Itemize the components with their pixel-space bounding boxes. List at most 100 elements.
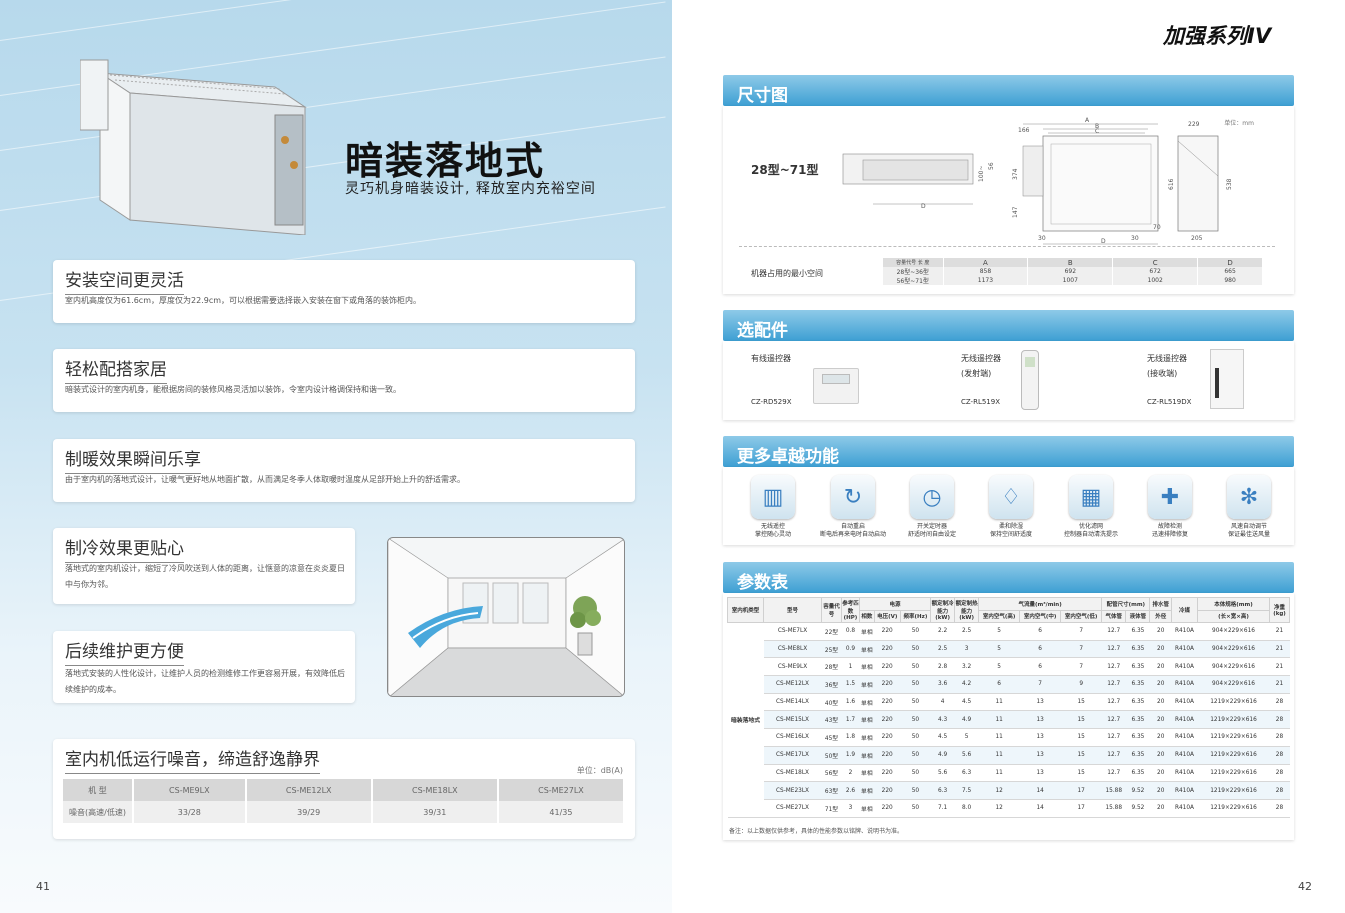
feature-title: 制冷效果更贴心 [65, 534, 184, 563]
accessory-name: 无线遥控器 [961, 354, 1001, 363]
function-item: ✚ 故障检测 迅速排障修复 [1134, 475, 1206, 539]
params-cell: 220 [874, 764, 901, 783]
params-cell: 220 [874, 710, 901, 730]
params-cell: 15 [1060, 693, 1102, 712]
accessory-sub: (发射端) [961, 369, 992, 378]
params-cell: 1.6 [841, 693, 860, 712]
params-cell: 3 [954, 640, 979, 659]
params-cell: R410A [1171, 693, 1198, 712]
params-cell: 11 [978, 693, 1020, 712]
params-cell: 单相 [859, 781, 875, 800]
params-cell: 50 [900, 710, 931, 730]
wireless-remote-image [1021, 350, 1039, 410]
th-model: 型号 [763, 597, 822, 623]
function-line2: 断电后再来电时自动启动 [819, 531, 886, 538]
params-cell: 43型 [821, 710, 842, 730]
function-line2: 掌控随心灵动 [754, 531, 791, 538]
function-item: ▥ 无线遥控 掌控随心灵动 [737, 475, 809, 539]
params-cell: 15.88 [1101, 781, 1126, 800]
function-item: ▦ 优化滤网 控制器自动清洗提示 [1055, 475, 1127, 539]
dimension-table: 容量代号 长 度 A B C D 28型~36型 858 692 672 665… [883, 258, 1263, 285]
dim-label-205: 205 [1191, 235, 1203, 242]
params-cell: 2.6 [841, 781, 860, 800]
params-cell: CS-ME18LX [763, 764, 822, 783]
params-cell: 6 [1019, 622, 1061, 641]
params-cell: 0.8 [841, 622, 860, 641]
params-cell: 63型 [821, 781, 842, 800]
params-cell: 6.35 [1125, 710, 1150, 730]
params-cell: 28 [1269, 710, 1290, 730]
params-row: CS-ME27LX 71型 3 单相 220 50 7.1 8.0 12 14 17 15.88 9.5… [728, 799, 1290, 818]
feature-text: 由于室内机的落地式设计，让暖气更好地从地面扩散，从而满足冬季人体取暖时温度从足部… [65, 475, 465, 484]
dim-col: D [1197, 258, 1263, 267]
th-hp: 参考匹数(HP) [841, 597, 860, 623]
dim-row-model: 28型~36型 [883, 267, 944, 276]
feature-card: 安装空间更灵活 室内机高度仅为61.6cm，厚度仅为22.9cm，可以根据需要选… [53, 260, 635, 323]
params-cell: CS-ME14LX [763, 693, 822, 712]
function-line2: 舒适时间自由设定 [907, 531, 956, 538]
params-cell: 单相 [859, 657, 875, 677]
params-cell: 7 [1060, 622, 1102, 641]
params-cell: 28型 [821, 657, 842, 677]
noise-header-label: 机 型 [63, 779, 134, 801]
params-cell: R410A [1171, 746, 1198, 765]
params-cell: 单相 [859, 675, 875, 694]
params-cell: CS-ME12LX [763, 675, 822, 694]
function-line1: 风速自动调节 [1230, 523, 1267, 530]
fan-icon: ✻ [1227, 475, 1271, 519]
noise-model: CS-ME18LX [371, 779, 499, 801]
dim-cell: 665 [1197, 267, 1263, 276]
noise-model: CS-ME9LX [133, 779, 247, 801]
th-voltage: 电压(V) [873, 609, 901, 623]
params-cell: 1.9 [841, 746, 860, 765]
params-cell: 20 [1149, 640, 1172, 659]
noise-value: 41/35 [497, 801, 626, 823]
params-cell: 20 [1149, 799, 1172, 818]
params-cell: 2.5 [930, 640, 955, 659]
params-cell: 20 [1149, 764, 1172, 783]
noise-value: 39/29 [245, 801, 373, 823]
accessory-code: CZ-RL519X [961, 398, 1001, 406]
params-cell: 904×229×616 [1197, 657, 1270, 677]
dim-label-d-side: D [921, 203, 926, 210]
params-row: 暗装落地式 CS-ME7LX 22型 0.8 单相 220 50 2.2 2.5 5 6 7 12.7 6… [727, 622, 1290, 818]
params-cell: 1219×229×616 [1197, 781, 1270, 800]
hero-subtitle: 灵巧机身暗装设计, 释放室内充裕空间 [345, 181, 596, 197]
params-cell: 12.7 [1101, 710, 1126, 730]
dim-col: A [943, 258, 1029, 267]
params-cell: 11 [978, 764, 1020, 783]
dim-label-538: 538 [1226, 178, 1233, 190]
min-space-label: 机器占用的最小空间 [751, 269, 823, 278]
feature-text: 落地式安装的人性化设计，让维护人员的检测维修工作更容易开展，有效降低后续维护的成… [65, 669, 345, 694]
params-cell: 220 [874, 728, 901, 747]
function-line2: 迅速排障修复 [1151, 531, 1188, 538]
params-cell: 5 [954, 728, 979, 747]
dim-table-header-model: 容量代号 [896, 260, 917, 266]
params-row: CS-ME9LX 28型 1 单相 220 50 2.8 3.2 5 6 7 12.7 6.35 20 R4… [728, 657, 1290, 677]
params-cell: 50 [900, 657, 931, 677]
dim-label-166: 166 [1018, 127, 1030, 134]
noise-value: 33/28 [133, 801, 247, 823]
params-cell: 220 [874, 657, 901, 677]
params-cell: 71型 [821, 799, 842, 818]
section-bar-dimensions: 尺寸图 [723, 75, 1294, 106]
params-cell: 12.7 [1101, 640, 1126, 659]
params-cell: 40型 [821, 693, 842, 712]
params-cell: 4.2 [954, 675, 979, 694]
params-cell: 220 [874, 746, 901, 765]
params-cell: 12.7 [1101, 657, 1126, 677]
params-cell: 50 [900, 764, 931, 783]
dimensions-box: 28型~71型 单位：mm D 100~ 56 A B C 166 374 14… [723, 106, 1294, 294]
params-cell: 220 [874, 799, 901, 818]
params-row: CS-ME18LX 56型 2 单相 220 50 5.6 6.3 11 13 15 12.7 6.35… [728, 764, 1290, 783]
params-cell: 6.35 [1125, 746, 1150, 765]
params-cell: R410A [1171, 675, 1198, 694]
feature-title: 制暖效果瞬间乐享 [65, 445, 201, 474]
series-title: 加强系列IV [1163, 24, 1272, 48]
params-box: 室内机类型 型号 容量代号 参考匹数(HP) 电源 额定制冷能力(kW) 额定制… [723, 593, 1294, 840]
feature-card: 制冷效果更贴心 落地式的室内机设计，缩短了冷风吹送到人体的距离，让惬意的凉意在炎… [53, 528, 355, 604]
wired-remote-image [813, 368, 859, 404]
params-cell: 13 [1019, 710, 1061, 730]
section-bar-functions: 更多卓越功能 [723, 436, 1294, 467]
params-cell: R410A [1171, 799, 1198, 818]
